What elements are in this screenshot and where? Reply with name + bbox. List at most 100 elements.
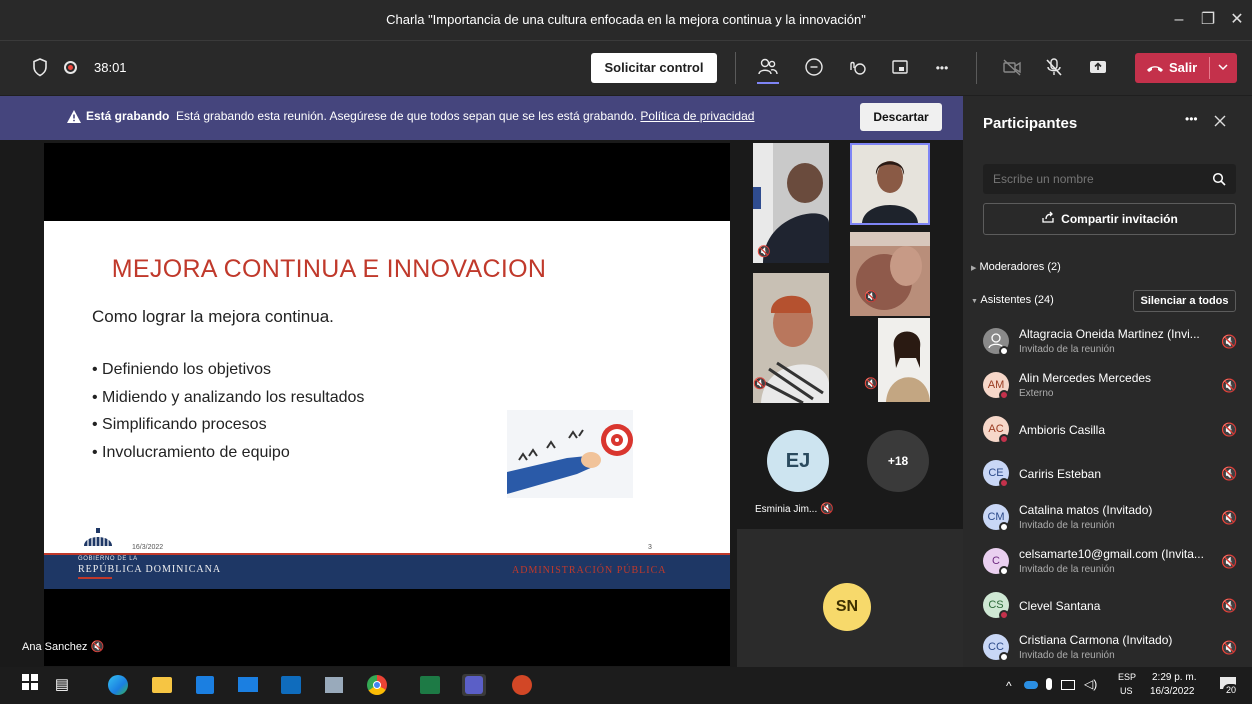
- rooms-icon[interactable]: [886, 56, 914, 80]
- reactions-icon[interactable]: [843, 56, 871, 80]
- language-code[interactable]: ESP: [1118, 672, 1136, 682]
- slide-date: 16/3/2022: [132, 544, 164, 551]
- administration-label: ADMINISTRACIÓN PÚBLICA: [512, 565, 667, 576]
- clock-date[interactable]: 16/3/2022: [1150, 686, 1195, 697]
- speaker-icon[interactable]: ◁): [1084, 677, 1097, 691]
- slide-bullet: • Simplificando procesos: [92, 416, 267, 433]
- panel-more-icon[interactable]: •••: [1185, 112, 1198, 126]
- participant-name: Cristiana Carmona (Invitado): [1019, 633, 1173, 647]
- leave-button[interactable]: Salir: [1135, 53, 1237, 83]
- avatar[interactable]: EJ: [767, 430, 829, 492]
- mic-off-icon: 🔇: [1221, 510, 1238, 525]
- participant-video-tile[interactable]: 🔇: [753, 273, 829, 403]
- excel-icon[interactable]: [418, 674, 442, 696]
- notifications-icon[interactable]: 20: [1217, 674, 1239, 696]
- avatar: SN: [823, 583, 871, 631]
- mic-off-icon: 🔇: [1221, 334, 1238, 349]
- participant-role: Externo: [1019, 388, 1054, 399]
- presenter-name: Ana Sanchez 🔇: [22, 640, 104, 653]
- list-item[interactable]: CE Cariris Esteban 🔇: [963, 452, 1252, 496]
- powerpoint-icon[interactable]: [510, 674, 534, 696]
- attendees-label: Asistentes (24): [980, 294, 1054, 306]
- participant-name: Cariris Esteban: [1019, 467, 1102, 481]
- outlook-icon[interactable]: [279, 674, 303, 696]
- participant-name: Alin Mercedes Mercedes: [1019, 371, 1152, 385]
- mail-icon[interactable]: [236, 674, 260, 696]
- participant-name: Ambioris Casilla: [1019, 423, 1106, 437]
- participants-icon[interactable]: [754, 56, 782, 84]
- cloud-icon[interactable]: [1024, 681, 1038, 689]
- request-control-button[interactable]: Solicitar control: [591, 53, 717, 83]
- file-explorer-icon[interactable]: [150, 674, 174, 696]
- more-options-button[interactable]: •••: [928, 56, 956, 80]
- window-title: Charla "Importancia de una cultura enfoc…: [386, 12, 866, 27]
- teams-icon[interactable]: [462, 674, 486, 696]
- close-icon[interactable]: [1213, 114, 1227, 133]
- more-participants-button[interactable]: +18: [867, 430, 929, 492]
- dismiss-button[interactable]: Descartar: [860, 103, 942, 131]
- share-invite-label: Compartir invitación: [1061, 212, 1178, 226]
- moderators-label: Moderadores (2): [979, 261, 1061, 273]
- moderators-section[interactable]: ▶ Moderadores (2): [971, 261, 1061, 273]
- store-icon[interactable]: [193, 674, 217, 696]
- chevron-down-icon[interactable]: [1217, 58, 1229, 79]
- search-input[interactable]: [993, 172, 1193, 186]
- mic-off-icon: 🔇: [1221, 640, 1238, 655]
- government-line: GOBIERNO DE LA: [78, 556, 138, 562]
- list-item[interactable]: AC Ambioris Casilla 🔇: [963, 408, 1252, 452]
- shield-icon[interactable]: [32, 58, 48, 77]
- mic-off-icon: 🔇: [1221, 422, 1238, 437]
- mute-all-button[interactable]: Silenciar a todos: [1133, 290, 1236, 312]
- camera-off-icon[interactable]: [998, 56, 1026, 80]
- list-item[interactable]: AM Alin Mercedes Mercedes Externo 🔇: [963, 364, 1252, 408]
- participant-video-tile[interactable]: 🔇: [753, 143, 829, 263]
- participant-video-tile[interactable]: 🔇: [850, 232, 930, 316]
- meeting-timer: 38:01: [94, 60, 127, 75]
- list-item[interactable]: CC Cristiana Carmona (Invitado) Invitado…: [963, 626, 1252, 666]
- participant-name: Catalina matos (Invitado): [1019, 503, 1153, 517]
- recording-notice: Está grabando esta reunión. Asegúrese de…: [176, 109, 638, 123]
- list-item[interactable]: CS Clevel Santana 🔇: [963, 584, 1252, 628]
- participant-role: Invitado de la reunión: [1019, 520, 1115, 531]
- slide-footer-stripe: [44, 553, 730, 555]
- close-window-button[interactable]: ✕: [1224, 8, 1250, 32]
- recording-title: Está grabando: [86, 109, 170, 123]
- toolbar-divider: [735, 52, 736, 84]
- chat-icon[interactable]: [800, 56, 828, 80]
- list-item[interactable]: CM Catalina matos (Invitado) Invitado de…: [963, 496, 1252, 540]
- maximize-button[interactable]: ❐: [1195, 8, 1221, 32]
- attendees-section[interactable]: ▼ Asistentes (24): [971, 294, 1054, 306]
- slide-title: MEJORA CONTINUA E INNOVACION: [111, 255, 547, 283]
- keyboard-layout[interactable]: US: [1120, 686, 1133, 696]
- network-app-icon[interactable]: [322, 674, 346, 696]
- republic-underline: [78, 577, 112, 579]
- microphone-icon[interactable]: [1046, 678, 1052, 690]
- mic-off-icon: 🔇: [864, 291, 878, 303]
- participant-role: Invitado de la reunión: [1019, 564, 1115, 575]
- edge-icon[interactable]: [106, 674, 130, 696]
- chrome-icon[interactable]: [365, 674, 389, 696]
- share-invite-button[interactable]: Compartir invitación: [983, 203, 1236, 235]
- network-icon[interactable]: [1061, 680, 1075, 690]
- participant-video-tile[interactable]: [878, 318, 930, 402]
- share-screen-icon[interactable]: [1084, 56, 1112, 80]
- active-speaker-tile[interactable]: [850, 143, 930, 225]
- participant-name: celsamarte10@gmail.com (Invita...: [1019, 547, 1204, 561]
- presence-dot: [999, 478, 1009, 488]
- search-icon[interactable]: [1212, 172, 1226, 191]
- minimize-button[interactable]: –: [1166, 8, 1192, 32]
- recording-message: Está grabando Está grabando esta reunión…: [86, 96, 754, 136]
- presence-dot: [999, 566, 1009, 576]
- chevron-up-icon[interactable]: ^: [1006, 679, 1012, 693]
- clock-time[interactable]: 2:29 p. m.: [1152, 672, 1196, 683]
- task-view-icon[interactable]: ▤: [50, 674, 74, 696]
- list-item[interactable]: Altagracia Oneida Martinez (Invi... Invi…: [963, 320, 1252, 364]
- participant-tile-name: Esminia Jim... 🔇: [755, 502, 834, 515]
- chevron-down-icon: ▼: [971, 298, 978, 305]
- presenter-name-text: Ana Sanchez: [22, 641, 88, 653]
- privacy-policy-link[interactable]: Política de privacidad: [640, 109, 754, 123]
- windows-start-icon[interactable]: [18, 674, 42, 696]
- list-item[interactable]: C celsamarte10@gmail.com (Invita... Invi…: [963, 540, 1252, 584]
- target-illustration: [507, 410, 633, 498]
- mic-off-icon[interactable]: [1040, 56, 1068, 80]
